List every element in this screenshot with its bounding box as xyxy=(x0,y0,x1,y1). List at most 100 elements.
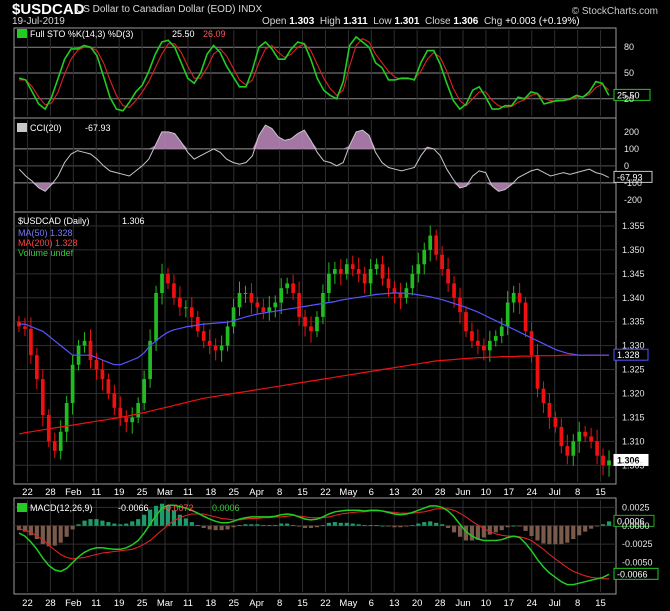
macd-histogram-bar xyxy=(326,522,331,526)
date-label-19: 19 xyxy=(114,487,125,498)
macd-histogram-bar xyxy=(100,520,105,526)
macd-histogram-bar xyxy=(505,525,510,528)
macd-histogram-bar xyxy=(577,525,582,536)
candle-body xyxy=(58,431,63,451)
date-label-28: 28 xyxy=(45,487,56,498)
candle-body xyxy=(136,403,141,418)
price-tick-1.340: 1.340 xyxy=(622,293,645,303)
candle-body xyxy=(338,269,343,274)
macd-histogram-bar xyxy=(374,525,379,526)
candle-body xyxy=(517,292,522,303)
macd-signal-value: -0.0072 xyxy=(163,503,194,513)
candle-body xyxy=(482,345,486,351)
macd-histogram-bar xyxy=(70,525,75,530)
macd-histogram-bar xyxy=(422,522,427,526)
date-label-24: 24 xyxy=(526,487,537,498)
volume-legend-label: Volume xyxy=(18,248,48,258)
date-label-bottom-22: 22 xyxy=(22,598,33,609)
candle-body xyxy=(368,269,373,284)
sto-tick-20: 20 xyxy=(624,94,634,104)
date-label-bottom-22: 22 xyxy=(320,598,331,609)
date-label-10: 10 xyxy=(481,487,492,498)
macd-histogram-bar xyxy=(595,525,600,527)
candle-body xyxy=(201,331,206,341)
macd-histogram-bar xyxy=(58,525,63,543)
date-label-11: 11 xyxy=(91,487,101,498)
macd-histogram-bar xyxy=(440,524,445,526)
candle-body xyxy=(422,249,427,265)
ma50-legend-label: MA(50) xyxy=(18,228,48,238)
macd-histogram-bar xyxy=(76,524,81,526)
macd-histogram-bar xyxy=(249,524,254,526)
candle-body xyxy=(350,264,355,270)
price-tick-1.355: 1.355 xyxy=(622,221,645,231)
candle-body xyxy=(178,297,182,308)
macd-histogram-bar xyxy=(261,525,266,526)
cci-title-text: CCI(20) xyxy=(30,123,62,133)
date-label-bottom-Feb: Feb xyxy=(65,598,81,609)
macd-histogram-bar xyxy=(362,525,367,526)
macd-histogram-bar xyxy=(106,522,111,526)
macd-histogram-bar xyxy=(344,522,349,526)
candle-body xyxy=(565,446,570,456)
date-label-bottom-Apr: Apr xyxy=(249,598,264,609)
price-tick-1.310: 1.310 xyxy=(622,436,645,446)
date-label-bottom-Jun: Jun xyxy=(455,598,470,609)
macd-histogram-bar xyxy=(279,523,284,526)
date-label-bottom-17: 17 xyxy=(504,598,515,609)
candle-body xyxy=(82,340,87,346)
candle-body xyxy=(595,441,599,456)
price-tick-1.350: 1.350 xyxy=(622,245,645,255)
date-label-22: 22 xyxy=(320,487,331,498)
price-tick-1.305: 1.305 xyxy=(622,460,645,470)
candle-body xyxy=(124,417,129,423)
date-label-bottom-28: 28 xyxy=(45,598,56,609)
macd-histogram-bar xyxy=(183,518,188,526)
date-label-11: 11 xyxy=(183,487,193,498)
candle-body xyxy=(362,273,367,284)
macd-histogram-bar xyxy=(553,525,558,545)
macd-histogram-bar xyxy=(195,525,200,526)
macd-histogram-bar xyxy=(565,525,570,543)
macd-histogram-bar xyxy=(320,525,326,526)
candle-body xyxy=(213,345,218,351)
candle-body xyxy=(112,393,117,408)
candle-body xyxy=(571,441,576,456)
candle-body xyxy=(428,235,433,250)
candle-body xyxy=(344,264,349,274)
date-label-bottom-24: 24 xyxy=(526,598,537,609)
candle-body xyxy=(166,273,170,284)
macd-histogram-bar xyxy=(231,525,236,528)
candle-body xyxy=(154,292,158,341)
macd-histogram-bar xyxy=(201,525,206,528)
cci-tick-0: 0 xyxy=(624,161,629,171)
macd-tick--0.0050: -0.0050 xyxy=(622,558,653,568)
candle-body xyxy=(541,388,546,404)
candle-body xyxy=(529,331,534,356)
macd-histogram-bar xyxy=(213,525,218,531)
candle-body xyxy=(309,326,313,332)
macd-histogram-bar xyxy=(398,525,403,528)
candle-body xyxy=(219,345,224,351)
date-label-Jul: Jul xyxy=(549,487,561,498)
volume-legend: Volume undef xyxy=(18,248,74,258)
candle-body xyxy=(577,431,582,442)
candle-body xyxy=(505,302,510,327)
macd-title-text: MACD(12,26,9) xyxy=(30,503,93,513)
cci-tick--200: -200 xyxy=(624,195,642,205)
macd-histogram-bar xyxy=(297,525,302,527)
macd-histogram-bar xyxy=(112,523,117,526)
sto-k-value: 25.50 xyxy=(172,29,195,39)
candle-body xyxy=(297,292,301,317)
date-label-18: 18 xyxy=(206,487,217,498)
macd-histogram-bar xyxy=(487,525,492,535)
price-tick-1.335: 1.335 xyxy=(622,317,645,327)
candle-body xyxy=(493,336,498,341)
ma50-legend: MA(50) 1.328 xyxy=(18,228,73,238)
price-tick-1.315: 1.315 xyxy=(622,412,645,422)
macd-histogram-bar xyxy=(267,525,272,526)
cci-legend-swatch xyxy=(17,123,27,132)
macd-histogram-bar xyxy=(386,525,391,527)
macd-histogram-bar xyxy=(404,525,409,527)
candle-body xyxy=(249,292,254,303)
